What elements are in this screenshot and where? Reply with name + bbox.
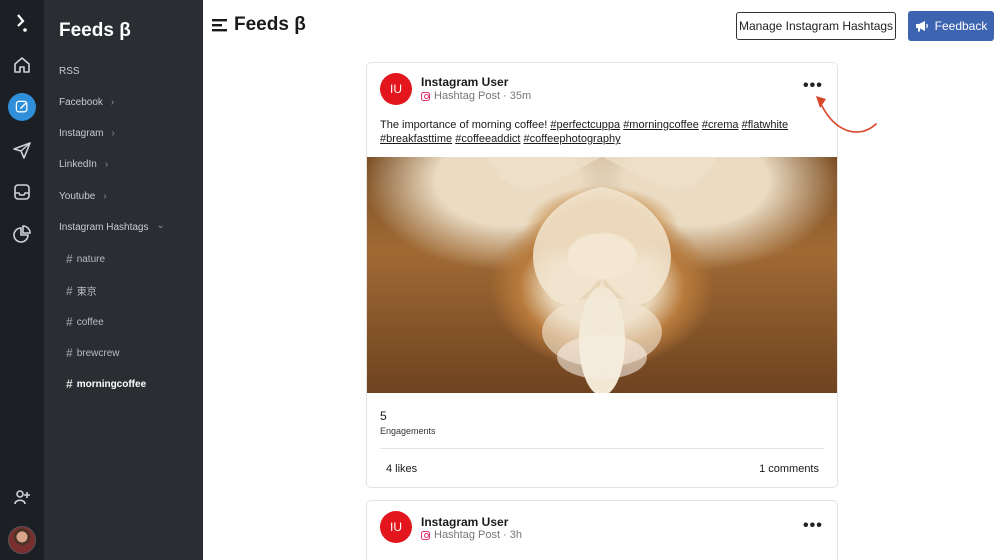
post-card: IU Instagram User Hashtag Post · 3h ••• bbox=[366, 500, 838, 560]
hashtag-label: 東京 bbox=[76, 287, 97, 298]
sidebar-item-linkedin[interactable]: LinkedIn › bbox=[59, 159, 108, 170]
sidebar-hashtag-nature[interactable]: # nature bbox=[66, 252, 105, 266]
post-card: IU Instagram User Hashtag Post · 35m •••… bbox=[366, 62, 838, 488]
hashtag-link[interactable]: #perfectcuppa bbox=[550, 119, 620, 131]
inbox-icon[interactable] bbox=[0, 177, 44, 207]
chevron-right-icon: › bbox=[104, 159, 109, 170]
avatar[interactable] bbox=[0, 525, 44, 555]
sidebar-hashtag-coffee[interactable]: # coffee bbox=[66, 315, 104, 329]
post-username[interactable]: Instagram User bbox=[421, 75, 508, 89]
sidebar-item-label: Youtube bbox=[59, 191, 96, 202]
post-type: Hashtag Post bbox=[434, 529, 501, 541]
caption-text: The importance of morning coffee! bbox=[380, 119, 548, 131]
send-icon[interactable] bbox=[0, 135, 44, 165]
icon-rail bbox=[0, 0, 44, 560]
sidebar-item-facebook[interactable]: Facebook › bbox=[59, 97, 114, 108]
hashtag-label: coffee bbox=[76, 316, 104, 328]
sidebar-item-instagram[interactable]: Instagram › bbox=[59, 128, 115, 139]
hashtag-icon: # bbox=[66, 315, 73, 329]
engagements-count: 5 bbox=[380, 409, 387, 423]
sidebar-item-label: Facebook bbox=[59, 97, 103, 108]
chevron-right-icon: › bbox=[111, 128, 115, 139]
chevron-right-icon: › bbox=[103, 191, 107, 202]
sidebar-item-label: Instagram bbox=[59, 128, 104, 139]
hashtag-label: nature bbox=[76, 253, 106, 265]
hashtag-icon: # bbox=[66, 346, 73, 360]
compose-icon[interactable] bbox=[0, 92, 44, 122]
chevron-down-icon: ⌄ bbox=[156, 219, 165, 231]
user-avatar[interactable]: IU bbox=[380, 73, 412, 105]
user-avatar[interactable]: IU bbox=[380, 511, 412, 543]
sidebar-item-label: LinkedIn bbox=[59, 159, 97, 170]
hashtag-link[interactable]: #coffeeaddict bbox=[455, 133, 520, 145]
hashtag-label: morningcoffee bbox=[76, 378, 147, 390]
feedback-label: Feedback bbox=[934, 19, 988, 33]
hashtag-icon: # bbox=[66, 377, 73, 391]
more-options-button[interactable]: ••• bbox=[803, 517, 823, 535]
manage-hashtags-button[interactable]: Manage Instagram Hashtags bbox=[736, 12, 896, 40]
annotation-arrow bbox=[816, 96, 877, 133]
logo-icon[interactable] bbox=[0, 8, 44, 38]
sidebar-hashtag-morningcoffee[interactable]: # morningcoffee bbox=[66, 377, 146, 391]
divider bbox=[380, 448, 824, 449]
sidebar-hashtag-brewcrew[interactable]: # brewcrew bbox=[66, 346, 119, 360]
post-type: Hashtag Post bbox=[434, 90, 501, 102]
post-time: · 35m bbox=[503, 90, 532, 102]
hashtag-link[interactable]: #coffeephotography bbox=[524, 133, 621, 145]
instagram-icon bbox=[421, 530, 430, 540]
sidebar-item-label: Instagram Hashtags bbox=[59, 222, 149, 233]
post-username[interactable]: Instagram User bbox=[421, 515, 508, 529]
post-image[interactable] bbox=[367, 157, 837, 393]
page-title: Feeds β bbox=[212, 14, 306, 36]
post-meta: Hashtag Post · 35m bbox=[421, 90, 531, 102]
sidebar-item-instagram-hashtags[interactable]: Instagram Hashtags ⌄ bbox=[59, 219, 165, 234]
engagements-label: Engagements bbox=[380, 426, 436, 436]
likes-count[interactable]: 4 likes bbox=[386, 463, 417, 475]
menu-icon[interactable] bbox=[212, 18, 227, 32]
hashtag-icon: # bbox=[66, 252, 73, 266]
page-title-text: Feeds β bbox=[234, 14, 306, 35]
chevron-right-icon: › bbox=[110, 97, 115, 108]
comments-count[interactable]: 1 comments bbox=[759, 463, 819, 475]
hashtag-link[interactable]: #flatwhite bbox=[742, 119, 788, 131]
hashtag-label: brewcrew bbox=[76, 347, 120, 359]
megaphone-icon bbox=[915, 21, 928, 32]
sidebar-item-youtube[interactable]: Youtube › bbox=[59, 191, 107, 202]
hashtag-link[interactable]: #crema bbox=[702, 119, 739, 131]
post-time: · 3h bbox=[503, 529, 523, 541]
sidebar-item-rss[interactable]: RSS bbox=[59, 66, 80, 77]
hashtag-icon: # bbox=[66, 283, 73, 298]
post-meta: Hashtag Post · 3h bbox=[421, 529, 522, 541]
hashtag-link[interactable]: #breakfasttime bbox=[380, 133, 452, 145]
sidebar-title: Feeds β bbox=[59, 20, 131, 41]
add-user-icon[interactable] bbox=[0, 482, 44, 512]
post-caption: The importance of morning coffee! #perfe… bbox=[380, 118, 820, 146]
feedback-button[interactable]: Feedback bbox=[908, 11, 994, 41]
instagram-icon bbox=[421, 91, 430, 101]
sidebar: Feeds β RSS Facebook › Instagram › Linke… bbox=[44, 0, 203, 560]
sidebar-item-label: RSS bbox=[59, 66, 80, 77]
analytics-icon[interactable] bbox=[0, 219, 44, 249]
home-icon[interactable] bbox=[0, 50, 44, 80]
hashtag-link[interactable]: #morningcoffee bbox=[623, 119, 699, 131]
sidebar-hashtag-tokyo[interactable]: # 東京 bbox=[66, 283, 97, 299]
